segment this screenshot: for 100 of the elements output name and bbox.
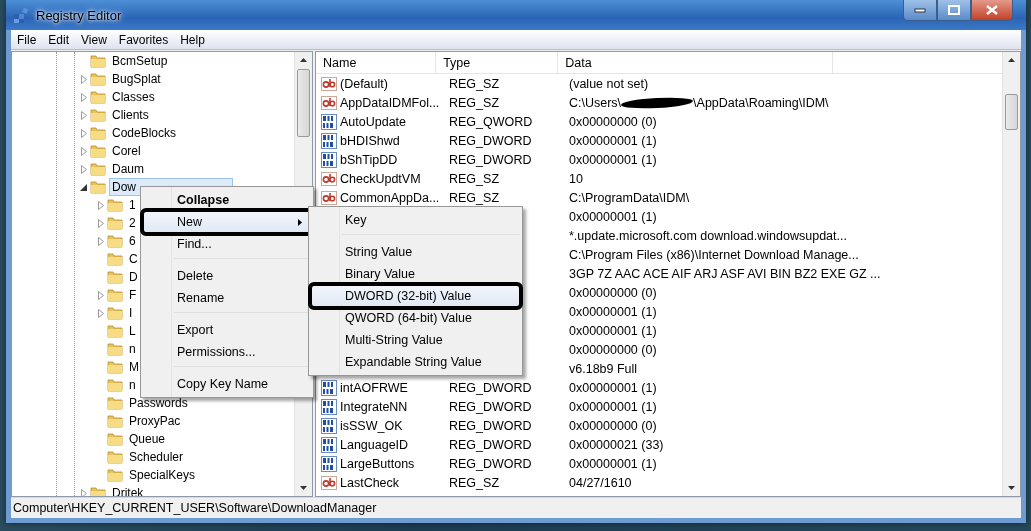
value-name[interactable]: isSSW_OK — [340, 418, 403, 433]
tree-item[interactable]: 1 — [126, 196, 139, 214]
menu-item[interactable]: File — [11, 32, 43, 47]
close-button[interactable] — [971, 0, 1013, 21]
value-name[interactable]: LanguageID — [340, 437, 409, 452]
tree-item[interactable]: n — [126, 376, 139, 394]
binary-value-icon — [321, 436, 337, 453]
folder-icon — [107, 449, 123, 465]
string-value-icon — [321, 170, 337, 187]
tree-item[interactable]: BugSplat — [109, 70, 164, 88]
value-name[interactable]: bHDIShwd — [340, 133, 400, 148]
value-type: REG_DWORD — [449, 152, 533, 167]
scroll-bar[interactable] — [1002, 52, 1020, 496]
menu-item[interactable]: Copy Key Name — [143, 373, 311, 395]
tree-item[interactable]: D — [126, 268, 141, 286]
maximize-icon[interactable] — [948, 5, 960, 15]
tree-item[interactable]: ProxyPac — [126, 412, 184, 430]
close-icon[interactable] — [986, 5, 998, 15]
value-name[interactable]: LargeButtons — [340, 456, 415, 471]
tree-item[interactable]: L — [126, 322, 139, 340]
value-type: REG_QWORD — [449, 114, 534, 129]
tree-item[interactable]: M — [126, 358, 142, 376]
minimize-button[interactable] — [903, 0, 937, 21]
tree-item[interactable]: I — [126, 304, 136, 322]
tree-item[interactable]: Scheduler — [126, 448, 187, 466]
folder-icon — [90, 143, 106, 159]
value-name[interactable]: IntegrateNN — [340, 399, 408, 414]
tree-item[interactable]: Daum — [109, 160, 147, 178]
value-name[interactable]: LastCheck — [340, 475, 400, 490]
binary-value-icon — [321, 132, 337, 149]
value-data: 0x00000000 (0) — [569, 114, 657, 129]
menu-item[interactable]: Expandable String Value — [311, 351, 520, 373]
menu-item[interactable]: Rename — [143, 287, 311, 309]
expand-arrow-icon[interactable] — [80, 488, 87, 496]
value-type: REG_SZ — [449, 475, 500, 490]
menu-item[interactable]: Favorites — [112, 32, 175, 47]
tree-item[interactable]: 6 — [126, 232, 139, 250]
value-data: *.update.microsoft.com download.windowsupdat... — [569, 228, 847, 243]
value-name[interactable]: bShTipDD — [340, 152, 398, 167]
value-data: 0x00000000 (0) — [569, 418, 657, 433]
tree-item[interactable]: SpecialKeys — [126, 466, 199, 484]
folder-icon — [90, 53, 106, 69]
column-header[interactable]: Type — [436, 52, 559, 73]
tree-item[interactable]: C — [126, 250, 141, 268]
menu-item[interactable]: Help — [174, 32, 211, 47]
column-header[interactable]: Data — [558, 52, 834, 73]
value-data: 3GP 7Z AAC ACE AIF ARJ ASF AVI BIN BZ2 EXE GZ ... — [569, 266, 881, 281]
menu-item[interactable]: Export — [143, 319, 311, 341]
tree-item[interactable]: Classes — [109, 88, 158, 106]
value-data: 0x00000001 (1) — [569, 304, 657, 319]
tree-item[interactable]: Passwords — [126, 394, 191, 412]
tree-item[interactable]: 2 — [126, 214, 139, 232]
menu-item[interactable]: Key — [311, 209, 520, 231]
menu-item[interactable]: Collapse — [143, 189, 311, 211]
maximize-button[interactable] — [937, 0, 971, 21]
value-data: 0x00000000 (0) — [569, 285, 657, 300]
value-data: C:\ProgramData\IDM\ — [569, 190, 690, 205]
menu-item[interactable]: QWORD (64-bit) Value — [311, 307, 520, 329]
folder-icon — [107, 341, 123, 357]
menu-item[interactable]: Edit — [42, 32, 76, 47]
value-name[interactable]: CheckUpdtVM — [340, 171, 421, 186]
menu-item[interactable]: Delete — [143, 265, 311, 287]
tree-item[interactable]: Queue — [126, 430, 169, 448]
string-value-icon — [321, 94, 337, 111]
string-value-icon — [321, 474, 337, 491]
minimize-icon[interactable] — [914, 7, 926, 13]
menu-item[interactable]: Binary Value — [311, 263, 520, 285]
value-data: 0x00000001 (1) — [569, 399, 657, 414]
value-data: 0x00000001 (1) — [569, 380, 657, 395]
menu-item[interactable]: Find... — [143, 233, 311, 255]
tree-item[interactable]: CodeBlocks — [109, 124, 180, 142]
folder-icon — [107, 269, 123, 285]
tree-item[interactable]: BcmSetup — [109, 52, 171, 70]
binary-value-icon — [321, 398, 337, 415]
tree-item[interactable]: F — [126, 286, 140, 304]
menu-item[interactable]: Permissions... — [143, 341, 311, 363]
folder-icon — [107, 431, 123, 447]
menu-item[interactable]: DWORD (32-bit) Value — [311, 285, 520, 307]
menu-item[interactable]: String Value — [311, 241, 520, 263]
tree-item[interactable]: n — [126, 340, 139, 358]
value-type: REG_DWORD — [449, 133, 533, 148]
value-name[interactable]: AppDataIDMFol... — [340, 95, 440, 110]
value-name[interactable]: (Default) — [340, 76, 388, 91]
menu-item[interactable]: Multi-String Value — [311, 329, 520, 351]
value-name[interactable]: CommonAppDa... — [340, 190, 440, 205]
tree-item[interactable]: Corel — [109, 142, 144, 160]
value-type: REG_DWORD — [449, 380, 533, 395]
menu-item[interactable]: New — [143, 211, 311, 233]
column-header[interactable]: Name — [316, 52, 437, 73]
folder-icon — [107, 233, 123, 249]
value-type: REG_DWORD — [449, 399, 533, 414]
value-name[interactable]: AutoUpdate — [340, 114, 407, 129]
menu-item[interactable]: View — [75, 32, 113, 47]
collapse-arrow-icon[interactable] — [80, 183, 87, 191]
value-type: REG_SZ — [449, 76, 500, 91]
submenu-arrow-icon — [298, 219, 302, 226]
window-title: Registry Editor — [36, 7, 122, 23]
value-name[interactable]: intAOFRWE — [340, 380, 408, 395]
folder-icon — [107, 305, 123, 321]
tree-item[interactable]: Clients — [109, 106, 152, 124]
